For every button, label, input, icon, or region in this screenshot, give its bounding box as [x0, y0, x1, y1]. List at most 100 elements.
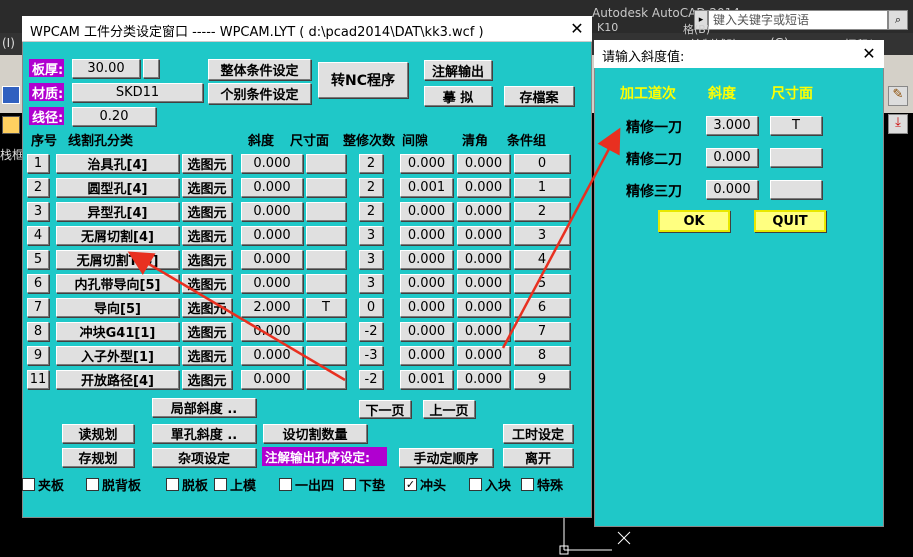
select-element-button[interactable]: 选图元	[182, 154, 232, 173]
row-gap[interactable]: 0.000	[400, 274, 453, 293]
row-type-name[interactable]: 冲块G41[1]	[56, 322, 179, 341]
select-element-button[interactable]: 选图元	[182, 322, 232, 341]
row-corner[interactable]: 0.000	[457, 202, 510, 221]
material-input[interactable]: SKD11	[72, 83, 203, 102]
row-taper[interactable]: 0.000	[241, 154, 303, 173]
row-condition-group[interactable]: 3	[514, 226, 570, 245]
row-gap[interactable]: 0.000	[400, 298, 453, 317]
checkbox-item[interactable]: 夹板	[22, 475, 64, 494]
checkbox-box[interactable]	[166, 478, 179, 491]
row-taper[interactable]: 0.000	[241, 202, 303, 221]
local-taper-button[interactable]: 局部斜度 ..	[152, 398, 256, 417]
row-corner[interactable]: 0.000	[457, 322, 510, 341]
exit-button[interactable]: 离开	[503, 448, 573, 467]
single-taper-button[interactable]: 單孔斜度 ..	[152, 424, 256, 443]
row-gap[interactable]: 0.000	[400, 202, 453, 221]
individual-condition-button[interactable]: 个别条件设定	[208, 83, 311, 104]
row-condition-group[interactable]: 6	[514, 298, 570, 317]
row-trim-count[interactable]: 3	[359, 274, 383, 293]
simulate-button[interactable]: 摹 拟	[424, 86, 492, 106]
row-type-name[interactable]: 无屑切割[4]	[56, 226, 179, 245]
row-corner[interactable]: 0.000	[457, 178, 510, 197]
select-element-button[interactable]: 选图元	[182, 202, 232, 221]
select-element-button[interactable]: 选图元	[182, 226, 232, 245]
row-type-name[interactable]: 异型孔[4]	[56, 202, 179, 221]
cad-tool-icon[interactable]: ⤓	[888, 114, 908, 134]
save-plan-button[interactable]: 存规划	[62, 448, 134, 467]
row-corner[interactable]: 0.000	[457, 226, 510, 245]
row-type-name[interactable]: 圆型孔[4]	[56, 178, 179, 197]
row-type-name[interactable]: 导向[5]	[56, 298, 179, 317]
thickness-input[interactable]: 30.00	[72, 59, 140, 78]
row-number[interactable]: 3	[27, 202, 49, 221]
quit-button[interactable]: QUIT	[754, 210, 826, 232]
select-element-button[interactable]: 选图元	[182, 178, 232, 197]
checkbox-box[interactable]	[521, 478, 534, 491]
checkbox-item[interactable]: 入块	[469, 475, 511, 494]
row-gap[interactable]: 0.001	[400, 370, 453, 389]
row-taper[interactable]: 0.000	[241, 346, 303, 365]
row-dim-face[interactable]	[306, 370, 346, 389]
checkbox-item[interactable]: 一出四	[279, 475, 334, 494]
manual-order-button[interactable]: 手动定顺序	[399, 448, 493, 467]
row-number[interactable]: 11	[27, 370, 49, 389]
row-trim-count[interactable]: -2	[359, 370, 383, 389]
row-type-name[interactable]: 治具孔[4]	[56, 154, 179, 173]
row-dim-face[interactable]	[306, 274, 346, 293]
row-condition-group[interactable]: 0	[514, 154, 570, 173]
checkbox-box[interactable]	[214, 478, 227, 491]
row-dim-face[interactable]	[306, 322, 346, 341]
row-type-name[interactable]: 无屑切割T[5]	[56, 250, 179, 269]
row-number[interactable]: 1	[27, 154, 49, 173]
checkbox-box[interactable]	[86, 478, 99, 491]
cad-binoculars-icon[interactable]: ⌕	[888, 10, 908, 30]
row-taper[interactable]: 0.000	[241, 178, 303, 197]
row-trim-count[interactable]: 2	[359, 202, 383, 221]
row-number[interactable]: 5	[27, 250, 49, 269]
row-taper[interactable]: 2.000	[241, 298, 303, 317]
select-element-button[interactable]: 选图元	[182, 298, 232, 317]
hours-setting-button[interactable]: 工时设定	[503, 424, 573, 443]
row-gap[interactable]: 0.000	[400, 322, 453, 341]
save-file-button[interactable]: 存檔案	[504, 86, 574, 106]
row-taper[interactable]: 0.000	[241, 226, 303, 245]
note-output-button[interactable]: 注解输出	[424, 60, 492, 80]
row-condition-group[interactable]: 7	[514, 322, 570, 341]
checkbox-box[interactable]	[343, 478, 356, 491]
row-number[interactable]: 2	[27, 178, 49, 197]
row-corner[interactable]: 0.000	[457, 154, 510, 173]
cad-tool-icon[interactable]	[2, 116, 20, 134]
row-dim-face[interactable]	[306, 250, 346, 269]
row-number[interactable]: 9	[27, 346, 49, 365]
row-gap[interactable]: 0.000	[400, 154, 453, 173]
select-element-button[interactable]: 选图元	[182, 370, 232, 389]
dim-face-input[interactable]: T	[770, 116, 822, 135]
row-condition-group[interactable]: 8	[514, 346, 570, 365]
row-trim-count[interactable]: 2	[359, 178, 383, 197]
dim-face-input[interactable]	[770, 180, 822, 199]
wire-input[interactable]: 0.20	[72, 107, 156, 126]
row-trim-count[interactable]: -3	[359, 346, 383, 365]
row-dim-face[interactable]	[306, 226, 346, 245]
row-trim-count[interactable]: 2	[359, 154, 383, 173]
row-type-name[interactable]: 开放路径[4]	[56, 370, 179, 389]
read-plan-button[interactable]: 读规划	[62, 424, 134, 443]
row-trim-count[interactable]: 3	[359, 226, 383, 245]
row-number[interactable]: 8	[27, 322, 49, 341]
row-trim-count[interactable]: -2	[359, 322, 383, 341]
to-nc-button[interactable]: 转NC程序	[318, 62, 408, 98]
row-condition-group[interactable]: 5	[514, 274, 570, 293]
row-dim-face[interactable]	[306, 178, 346, 197]
row-condition-group[interactable]: 1	[514, 178, 570, 197]
close-icon[interactable]: ✕	[858, 43, 880, 65]
taper-value-input[interactable]: 0.000	[706, 148, 758, 167]
select-element-button[interactable]: 选图元	[182, 274, 232, 293]
row-taper[interactable]: 0.000	[241, 370, 303, 389]
checkbox-item[interactable]: 脱板	[166, 475, 208, 494]
checkbox-item[interactable]: 上模	[214, 475, 256, 494]
cut-count-button[interactable]: 设切割数量	[263, 424, 367, 443]
checkbox-box[interactable]	[279, 478, 292, 491]
misc-setting-button[interactable]: 杂项设定	[152, 448, 256, 467]
row-type-name[interactable]: 入子外型[1]	[56, 346, 179, 365]
row-condition-group[interactable]: 4	[514, 250, 570, 269]
